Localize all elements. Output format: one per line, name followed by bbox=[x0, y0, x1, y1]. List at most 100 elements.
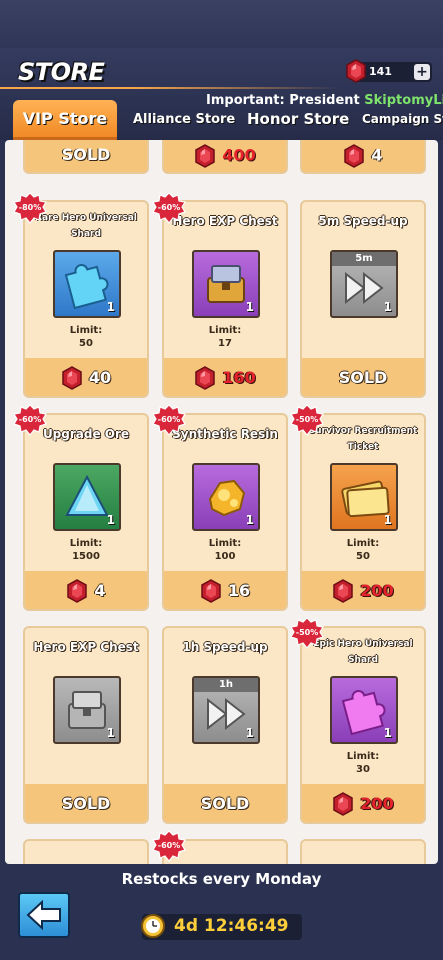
item-qty: 1 bbox=[245, 513, 254, 527]
item-name: Hero EXP Chest bbox=[33, 640, 139, 654]
gem-counter: 141 + bbox=[352, 62, 432, 82]
item-limit: Limit: 17 bbox=[164, 324, 286, 350]
item-qty: 1 bbox=[383, 726, 392, 740]
item-qty: 1 bbox=[383, 300, 392, 314]
price-label: 16 bbox=[227, 580, 251, 600]
gem-icon bbox=[332, 792, 354, 816]
discount-badge: -60% bbox=[13, 404, 47, 438]
sold-label: SOLD bbox=[25, 784, 147, 822]
price-label: 200 bbox=[360, 580, 394, 600]
item-icon: 1 bbox=[53, 676, 121, 744]
limit-value: 100 bbox=[214, 551, 236, 562]
limit-value: 1500 bbox=[72, 551, 100, 562]
item-icon: 1 bbox=[192, 250, 260, 318]
item-qty: 1 bbox=[106, 513, 115, 527]
item-name: 1h Speed-up bbox=[182, 640, 268, 654]
buy-button[interactable]: 160 bbox=[164, 358, 286, 396]
item-qty: 1 bbox=[383, 513, 392, 527]
store-card-5m-speed-up[interactable]: 5m Speed-up 5m 1 SOLD bbox=[300, 200, 426, 398]
gem-icon bbox=[343, 144, 365, 168]
arrow-left-icon bbox=[26, 899, 61, 931]
top-row-price-2[interactable]: 400 bbox=[162, 140, 288, 174]
gem-count: 141 bbox=[369, 65, 392, 78]
item-limit: Limit: 100 bbox=[164, 537, 286, 563]
store-card-partial[interactable] bbox=[300, 839, 426, 864]
tab-campaign-store[interactable]: Campaign Sto bbox=[362, 112, 443, 138]
buy-button[interactable]: 200 bbox=[302, 571, 424, 609]
item-icon: 1 bbox=[53, 250, 121, 318]
add-gems-button[interactable]: + bbox=[414, 64, 430, 80]
store-panel: SOLD 400 4 Rare Hero Universal Shard 1 L… bbox=[5, 140, 438, 864]
discount-label: -60% bbox=[157, 203, 181, 212]
discount-badge: -50% bbox=[290, 404, 324, 438]
discount-label: -60% bbox=[18, 415, 42, 424]
price-label: SOLD bbox=[200, 793, 250, 813]
store-tabs: VIP Store Alliance Store Honor Store Cam… bbox=[0, 100, 443, 142]
price-label: SOLD bbox=[338, 367, 388, 387]
gem-icon bbox=[66, 579, 88, 603]
price-label: 40 bbox=[88, 367, 112, 387]
item-icon: 1 bbox=[192, 463, 260, 531]
gem-icon bbox=[332, 579, 354, 603]
gem-icon bbox=[345, 59, 367, 83]
page-title: STORE bbox=[18, 58, 105, 86]
item-icon: 1 bbox=[53, 463, 121, 531]
limit-label: Limit: bbox=[346, 751, 380, 762]
tab-alliance-store[interactable]: Alliance Store bbox=[133, 112, 235, 138]
store-card-partial[interactable] bbox=[23, 839, 149, 864]
limit-value: 17 bbox=[218, 338, 232, 349]
limit-value: 30 bbox=[356, 764, 370, 775]
tab-honor-store[interactable]: Honor Store bbox=[247, 110, 349, 136]
buy-button[interactable]: 4 bbox=[25, 571, 147, 609]
buy-button[interactable]: 16 bbox=[164, 571, 286, 609]
item-qty: 1 bbox=[106, 726, 115, 740]
store-card-hero-exp-chest[interactable]: Hero EXP Chest 1 Limit: 17 160 bbox=[162, 200, 288, 398]
store-card-synthetic-resin[interactable]: Synthetic Resin 1 Limit: 100 16 bbox=[162, 413, 288, 611]
discount-label: -60% bbox=[157, 841, 181, 850]
store-card-hero-exp-chest-sold[interactable]: Hero EXP Chest 1 SOLD bbox=[23, 626, 149, 824]
discount-badge: -60% bbox=[152, 192, 186, 226]
item-name: 5m Speed-up bbox=[318, 214, 408, 228]
store-card-1h-speed-up[interactable]: 1h Speed-up 1h 1 SOLD bbox=[162, 626, 288, 824]
price-label: 4 bbox=[371, 145, 383, 165]
gem-icon bbox=[61, 366, 83, 390]
sold-label: SOLD bbox=[164, 784, 286, 822]
tab-vip-store[interactable]: VIP Store bbox=[13, 100, 117, 140]
top-row-price-3[interactable]: 4 bbox=[300, 140, 426, 174]
item-icon: 1h 1 bbox=[192, 676, 260, 744]
price-label: 4 bbox=[94, 580, 106, 600]
discount-label: -60% bbox=[157, 415, 181, 424]
gem-icon bbox=[194, 366, 216, 390]
sold-label: SOLD bbox=[302, 358, 424, 396]
store-card-survivor-recruitment-ticket[interactable]: Survivor Recruitment Ticket 1 Limit: 50 … bbox=[300, 413, 426, 611]
store-card-upgrade-ore[interactable]: Upgrade Ore 1 Limit: 1500 4 bbox=[23, 413, 149, 611]
back-button[interactable] bbox=[18, 892, 70, 938]
item-limit: Limit: 1500 bbox=[25, 537, 147, 563]
limit-label: Limit: bbox=[208, 325, 242, 336]
restock-text: Restocks every Monday bbox=[121, 870, 322, 888]
discount-badge: -60% bbox=[152, 830, 186, 864]
buy-button[interactable]: 200 bbox=[302, 784, 424, 822]
limit-label: Limit: bbox=[69, 538, 103, 549]
buy-button[interactable]: 40 bbox=[25, 358, 147, 396]
top-row-price-1[interactable]: SOLD bbox=[23, 140, 149, 174]
price-label: SOLD bbox=[61, 145, 111, 164]
gem-icon bbox=[194, 144, 216, 168]
title-underline bbox=[0, 87, 340, 89]
discount-label: -50% bbox=[295, 415, 319, 424]
item-icon: 1 bbox=[330, 463, 398, 531]
store-card-rare-hero-shard[interactable]: Rare Hero Universal Shard 1 Limit: 50 40 bbox=[23, 200, 149, 398]
icon-duration: 5m bbox=[332, 252, 396, 266]
gem-icon bbox=[200, 579, 222, 603]
discount-label: -80% bbox=[18, 203, 42, 212]
price-label: SOLD bbox=[61, 793, 111, 813]
restock-timer: 4d 12:46:49 bbox=[141, 914, 302, 940]
icon-duration: 1h bbox=[194, 678, 258, 692]
price-label: 200 bbox=[360, 793, 394, 813]
item-qty: 1 bbox=[245, 300, 254, 314]
store-card-epic-hero-shard[interactable]: Epic Hero Universal Shard 1 Limit: 30 20… bbox=[300, 626, 426, 824]
discount-badge: -50% bbox=[290, 617, 324, 651]
item-icon: 1 bbox=[330, 676, 398, 744]
status-bar bbox=[0, 0, 443, 48]
limit-label: Limit: bbox=[69, 325, 103, 336]
